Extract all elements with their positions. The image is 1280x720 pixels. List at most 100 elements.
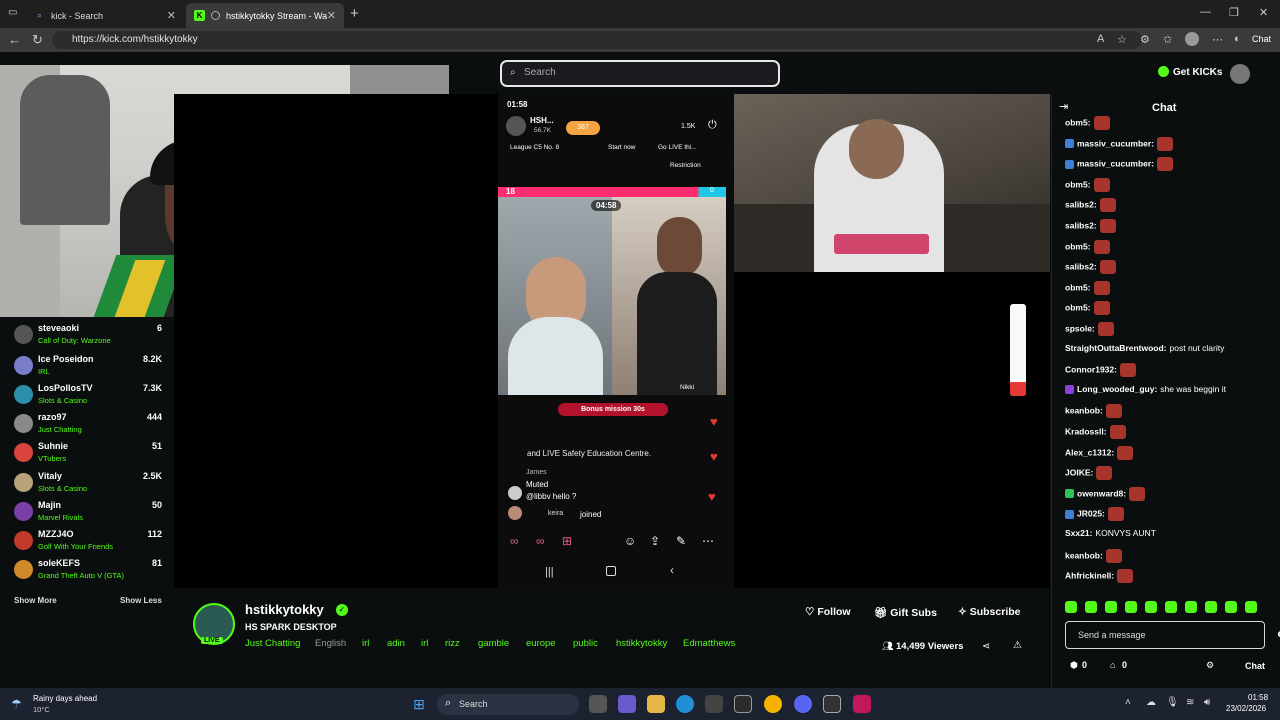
store-icon[interactable] xyxy=(705,695,723,713)
sidebar-channel-majin[interactable]: Majin Marvel Rivals 50 xyxy=(14,499,164,528)
wifi-icon[interactable]: ≋ xyxy=(1186,697,1194,708)
get-kicks-button[interactable]: Get KICKs xyxy=(1173,67,1222,78)
tag-adin[interactable]: adin xyxy=(387,638,405,649)
chat-username[interactable]: Ahfrickinell: xyxy=(1065,570,1114,580)
url-field[interactable]: https://kick.com/hstikkytokky xyxy=(52,31,1142,49)
refresh-icon[interactable]: ↻ xyxy=(32,32,43,48)
chat-username[interactable]: massiv_cucumber: xyxy=(1077,158,1154,168)
taskbar-search[interactable]: ⌕ Search xyxy=(437,694,579,715)
clock-time[interactable]: 01:58 xyxy=(1248,693,1268,702)
obs-icon[interactable] xyxy=(823,695,841,713)
chat-username[interactable]: Kradossll: xyxy=(1065,426,1107,436)
windows-start-icon[interactable]: ⊞ xyxy=(410,695,428,713)
chat-username[interactable]: obm5: xyxy=(1065,241,1091,251)
chat-username[interactable]: salibs2: xyxy=(1065,200,1097,210)
tab-hstikkytokky-stream[interactable]: K hstikkytokky Stream - Watch ✕ xyxy=(186,3,344,28)
tag-irl[interactable]: irl xyxy=(362,638,369,649)
emote-icon[interactable] xyxy=(1165,601,1177,613)
chat-username[interactable]: obm5: xyxy=(1065,117,1091,127)
chat-username[interactable]: Connor1932: xyxy=(1065,364,1117,374)
tag-gamble[interactable]: gamble xyxy=(478,638,509,649)
edge-icon[interactable] xyxy=(676,695,694,713)
maximize-icon[interactable]: ❐ xyxy=(1229,6,1239,19)
emote-icon[interactable] xyxy=(1205,601,1217,613)
tag-europe[interactable]: europe xyxy=(526,638,556,649)
profile-avatar-icon[interactable] xyxy=(1185,32,1199,46)
emote-icon[interactable] xyxy=(1065,601,1077,613)
tag-edmatthews[interactable]: Edmatthews xyxy=(683,638,735,649)
send-message-input[interactable]: Send a message ☻ xyxy=(1065,621,1280,649)
chat-username[interactable]: salibs2: xyxy=(1065,261,1097,271)
report-icon[interactable]: ⚠ xyxy=(1013,640,1022,651)
emoji-icon[interactable]: ☻ xyxy=(1275,629,1280,640)
discord-icon[interactable] xyxy=(794,695,812,713)
volume-icon[interactable]: 🔊︎ xyxy=(1204,697,1210,708)
chat-username[interactable]: JOIKE: xyxy=(1065,467,1093,477)
emote-icon[interactable] xyxy=(1245,601,1257,613)
tag-hstikkytokky[interactable]: hstikkytokky xyxy=(616,638,667,649)
more-menu-icon[interactable]: ⋯ xyxy=(1212,33,1223,46)
emote-icon[interactable] xyxy=(1145,601,1157,613)
emote-icon[interactable] xyxy=(1105,601,1117,613)
chat-username[interactable]: massiv_cucumber: xyxy=(1077,138,1154,148)
new-tab-icon[interactable]: + xyxy=(350,5,359,22)
clock-date[interactable]: 23/02/2026 xyxy=(1226,704,1266,713)
chat-username[interactable]: Alex_c1312: xyxy=(1065,447,1114,457)
follow-button[interactable]: ♡ Follow xyxy=(805,606,851,618)
tag-irl[interactable]: irl xyxy=(421,638,428,649)
chat-username[interactable]: spsole: xyxy=(1065,323,1095,333)
user-avatar[interactable] xyxy=(1230,64,1250,84)
share-icon[interactable]: ⋖ xyxy=(982,641,990,652)
file-explorer-icon[interactable] xyxy=(647,695,665,713)
favorite-star-icon[interactable]: ☆ xyxy=(1117,33,1127,46)
emote-icon[interactable] xyxy=(1225,601,1237,613)
chat-username[interactable]: StraightOuttaBrentwood: xyxy=(1065,343,1167,353)
chat-username[interactable]: obm5: xyxy=(1065,303,1091,313)
app-icon[interactable] xyxy=(853,695,871,713)
chat-username[interactable]: salibs2: xyxy=(1065,220,1097,230)
tray-overflow-icon[interactable]: ˄ xyxy=(1125,697,1131,708)
channel-name[interactable]: hstikkytokky xyxy=(245,602,324,617)
weather-title[interactable]: Rainy days ahead xyxy=(33,694,97,703)
window-close-icon[interactable]: ✕ xyxy=(1259,6,1268,19)
subscribe-button[interactable]: ✧ Subscribe xyxy=(958,606,1021,618)
close-icon[interactable]: ✕ xyxy=(167,9,176,22)
tag-public[interactable]: public xyxy=(573,638,598,649)
chat-username[interactable]: keanbob: xyxy=(1065,550,1103,560)
tool-panel[interactable] xyxy=(1010,304,1026,396)
chrome-icon[interactable] xyxy=(764,695,782,713)
back-icon[interactable]: ← xyxy=(8,32,21,47)
extensions-icon[interactable]: ⚙ xyxy=(1140,33,1150,46)
copilot-chat-label[interactable]: Chat xyxy=(1252,34,1271,44)
show-less-button[interactable]: Show Less xyxy=(120,596,162,605)
task-view-icon[interactable] xyxy=(589,695,607,713)
chat-username[interactable]: owenward8: xyxy=(1077,488,1126,498)
chat-username[interactable]: obm5: xyxy=(1065,179,1091,189)
chat-username[interactable]: Sxx21: xyxy=(1065,528,1092,538)
emote-icon[interactable] xyxy=(1125,601,1137,613)
mic-icon[interactable]: 🎙︎ xyxy=(1166,697,1179,708)
search-input[interactable]: ⌕ Search xyxy=(500,60,780,87)
chat-username[interactable]: obm5: xyxy=(1065,282,1091,292)
sidebar-channel-suhnie[interactable]: Suhnie VTubers 51 xyxy=(14,440,164,469)
chat-settings-icon[interactable]: ⚙ xyxy=(1206,660,1214,671)
chat-username[interactable]: Long_wooded_guy: xyxy=(1077,384,1157,394)
sidebar-channel-ice-poseidon[interactable]: Ice Poseidon IRL 8.2K xyxy=(14,353,164,382)
sidebar-channel-razo97[interactable]: razo97 Just Chatting 444 xyxy=(14,411,164,440)
minimize-icon[interactable]: — xyxy=(1200,6,1211,18)
sidebar-channel-solekefs[interactable]: soleKEFS Grand Theft Auto V (GTA) 81 xyxy=(14,557,164,586)
chat-username[interactable]: JR025: xyxy=(1077,509,1105,519)
copilot-icon[interactable]: ◐ xyxy=(1234,33,1241,45)
category-link[interactable]: Just Chatting xyxy=(245,638,300,649)
chat-send-button[interactable]: Chat xyxy=(1236,659,1274,673)
show-more-button[interactable]: Show More xyxy=(14,596,57,605)
close-icon[interactable]: ✕ xyxy=(327,9,336,22)
gift-subs-button[interactable]: 🎁︎ Gift Subs xyxy=(874,606,937,619)
network-tray-icon[interactable]: ☁ xyxy=(1146,697,1156,708)
tab-actions-icon[interactable]: ▭ xyxy=(8,7,17,18)
sidebar-channel-vitaly[interactable]: Vitaly Slots & Casino 2.5K xyxy=(14,470,164,499)
sidebar-channel-lospollostv[interactable]: LosPollosTV Slots & Casino 7.3K xyxy=(14,382,164,411)
tag-rizz[interactable]: rizz xyxy=(445,638,460,649)
sidebar-channel-steveaoki[interactable]: steveaoki Call of Duty: Warzone 6 xyxy=(14,322,164,351)
collapse-chat-icon[interactable]: ⇥ xyxy=(1059,100,1068,113)
